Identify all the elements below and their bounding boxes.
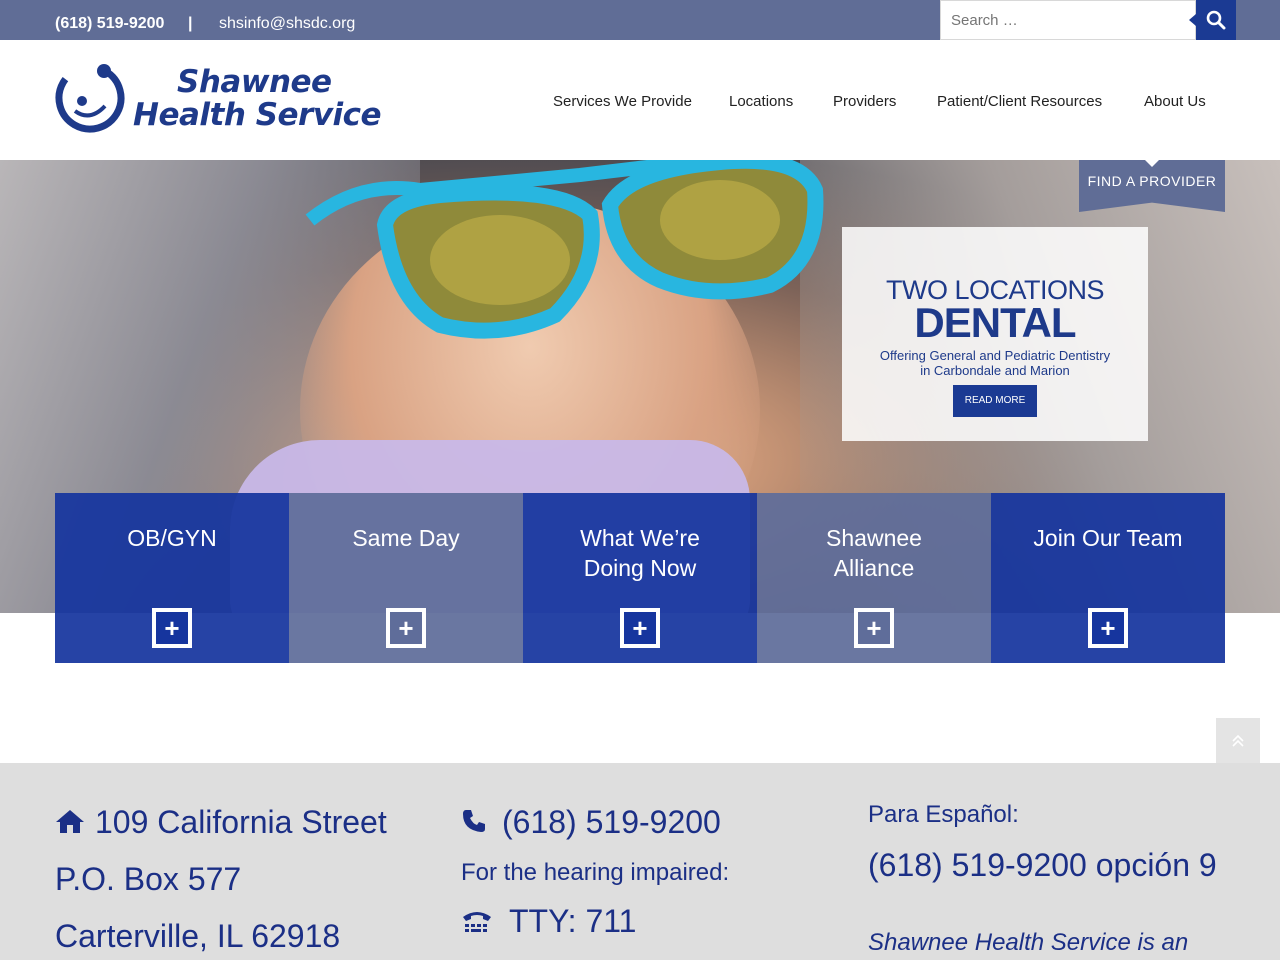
scroll-to-top-button[interactable] xyxy=(1216,718,1260,763)
tile-label: OB/GYN xyxy=(55,523,289,553)
tile-label-line1: Same Day xyxy=(352,525,460,551)
plus-icon[interactable]: + xyxy=(152,608,192,648)
address-po-box: P.O. Box 577 xyxy=(55,861,242,897)
tile-what-were-doing-now[interactable]: What We’re Doing Now + xyxy=(523,493,757,663)
tile-label-line1: What We’re xyxy=(580,525,700,551)
promo-card: TWO LOCATIONS DENTAL Offering General an… xyxy=(842,227,1148,441)
address-city: Carterville, IL 62918 xyxy=(55,918,341,954)
promo-subtitle: Offering General and Pediatric Dentistry… xyxy=(842,348,1148,378)
nav-services[interactable]: Services We Provide xyxy=(553,93,692,110)
nav-locations[interactable]: Locations xyxy=(729,93,793,110)
hearing-impaired-label: For the hearing impaired: xyxy=(461,859,730,886)
promo-subtitle-line1: Offering General and Pediatric Dentistry xyxy=(879,348,1111,363)
tile-label-line1: Join Our Team xyxy=(1033,525,1183,551)
tile-ob-gyn[interactable]: OB/GYN + xyxy=(55,493,289,663)
logo-text-line2[interactable]: Health Service xyxy=(133,97,382,133)
logo-text-line1[interactable]: Shawnee xyxy=(177,64,332,100)
spanish-label: Para Español: xyxy=(868,801,1019,828)
promo-title-line2: DENTAL xyxy=(914,299,1076,346)
tile-label: Same Day xyxy=(289,523,523,553)
footer-statement: Shawnee Health Service is an xyxy=(868,929,1189,956)
plus-icon[interactable]: + xyxy=(854,608,894,648)
tile-label-line1: Shawnee xyxy=(826,525,922,551)
nav-patient-resources[interactable]: Patient/Client Resources xyxy=(937,93,1102,110)
top-email-link[interactable]: shsinfo@shsdc.org xyxy=(219,15,355,33)
search-field-wrapper xyxy=(940,0,1196,40)
tile-label: What We’re Doing Now xyxy=(523,523,757,583)
nav-about-us[interactable]: About Us xyxy=(1144,93,1206,110)
tile-label: Shawnee Alliance xyxy=(757,523,991,583)
tile-label-line2: Doing Now xyxy=(583,555,697,581)
plus-icon[interactable]: + xyxy=(386,608,426,648)
tty-number[interactable]: TTY: 711 xyxy=(509,903,636,940)
tile-label-line2: Alliance xyxy=(833,555,915,581)
read-more-button[interactable]: READ MORE xyxy=(953,385,1037,417)
tile-label-line1: OB/GYN xyxy=(127,525,217,551)
search-icon xyxy=(1206,10,1226,30)
plus-icon[interactable]: + xyxy=(620,608,660,648)
site-footer: 109 California Street P.O. Box 577 Carte… xyxy=(0,763,1280,960)
tile-join-our-team[interactable]: Join Our Team + xyxy=(991,493,1225,663)
tile-shawnee-alliance[interactable]: Shawnee Alliance + xyxy=(757,493,991,663)
top-phone-link[interactable]: (618) 519-9200 xyxy=(55,15,164,33)
plus-icon[interactable]: + xyxy=(1088,608,1128,648)
chevron-up-icon xyxy=(1232,734,1244,747)
phone-icon xyxy=(463,810,485,832)
address-street: 109 California Street xyxy=(95,804,387,840)
home-icon xyxy=(56,810,84,833)
search-input[interactable] xyxy=(941,1,1195,39)
spanish-phone-link[interactable]: (618) 519-9200 opción 9 xyxy=(868,847,1217,884)
search-button[interactable] xyxy=(1189,0,1236,40)
promo-subtitle-line2: in Carbondale and Marion xyxy=(920,363,1070,378)
tile-label: Join Our Team xyxy=(991,523,1225,553)
footer-phone-link[interactable]: (618) 519-9200 xyxy=(502,804,721,841)
tty-icon xyxy=(463,912,491,932)
tile-same-day[interactable]: Same Day + xyxy=(289,493,523,663)
nav-providers[interactable]: Providers xyxy=(833,93,896,110)
sunglasses-image xyxy=(305,160,824,339)
top-separator: | xyxy=(188,15,193,32)
